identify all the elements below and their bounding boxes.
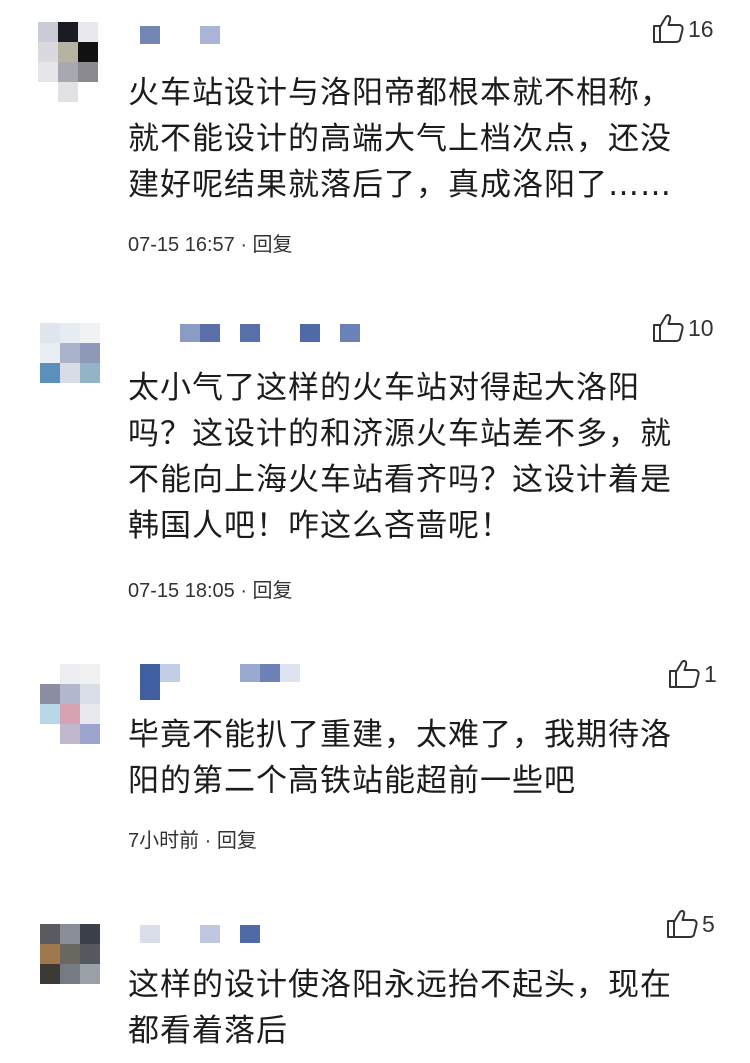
thumbs-up-icon [667,910,698,938]
like-count: 5 [702,910,715,937]
meta-separator: · [199,830,217,852]
like-button[interactable]: 1 [668,659,717,689]
comment-meta: 7小时前 · 回复 [128,824,257,853]
reply-button[interactable]: 回复 [217,830,257,852]
thumbs-up-icon [653,15,684,43]
username-redacted[interactable] [140,664,300,700]
comment-text: 这样的设计使洛阳永远抬不起头，现在 都看着落后 [128,967,672,1049]
comment-time: 7小时前 [128,830,200,852]
username-redacted[interactable] [140,26,230,46]
avatar[interactable] [40,664,100,744]
meta-separator: · [234,234,253,256]
meta-separator: · [234,580,253,602]
like-count: 16 [688,15,714,42]
thumbs-up-icon [669,660,700,688]
username-redacted[interactable] [180,324,360,344]
like-button[interactable]: 5 [666,909,715,939]
avatar[interactable] [38,22,98,102]
comment-time: 07-15 18:05 [128,580,235,602]
thumbs-up-icon [653,314,684,342]
comment-text: 太小气了这样的火车站对得起大洛阳 吗？这设计的和济源火车站差不多，就 不能向上海… [128,370,672,544]
like-count: 1 [704,660,717,687]
like-button[interactable]: 16 [652,14,714,44]
comment-meta: 07-15 16:57 · 回复 [128,228,293,257]
reply-button[interactable]: 回复 [253,234,293,256]
username-redacted[interactable] [140,925,260,945]
like-count: 10 [688,314,714,341]
avatar[interactable] [40,924,100,1004]
comment-time: 07-15 16:57 [128,234,235,256]
like-button[interactable]: 10 [652,313,714,343]
comment-meta: 07-15 18:05 · 回复 [128,574,293,603]
comment-text: 毕竟不能扒了重建，太难了，我期待洛 阳的第二个高铁站能超前一些吧 [128,717,672,799]
comment-text: 火车站设计与洛阳帝都根本就不相称， 就不能设计的高端大气上档次点，还没 建好呢结… [128,75,672,203]
reply-button[interactable]: 回复 [253,580,293,602]
avatar[interactable] [40,323,100,403]
